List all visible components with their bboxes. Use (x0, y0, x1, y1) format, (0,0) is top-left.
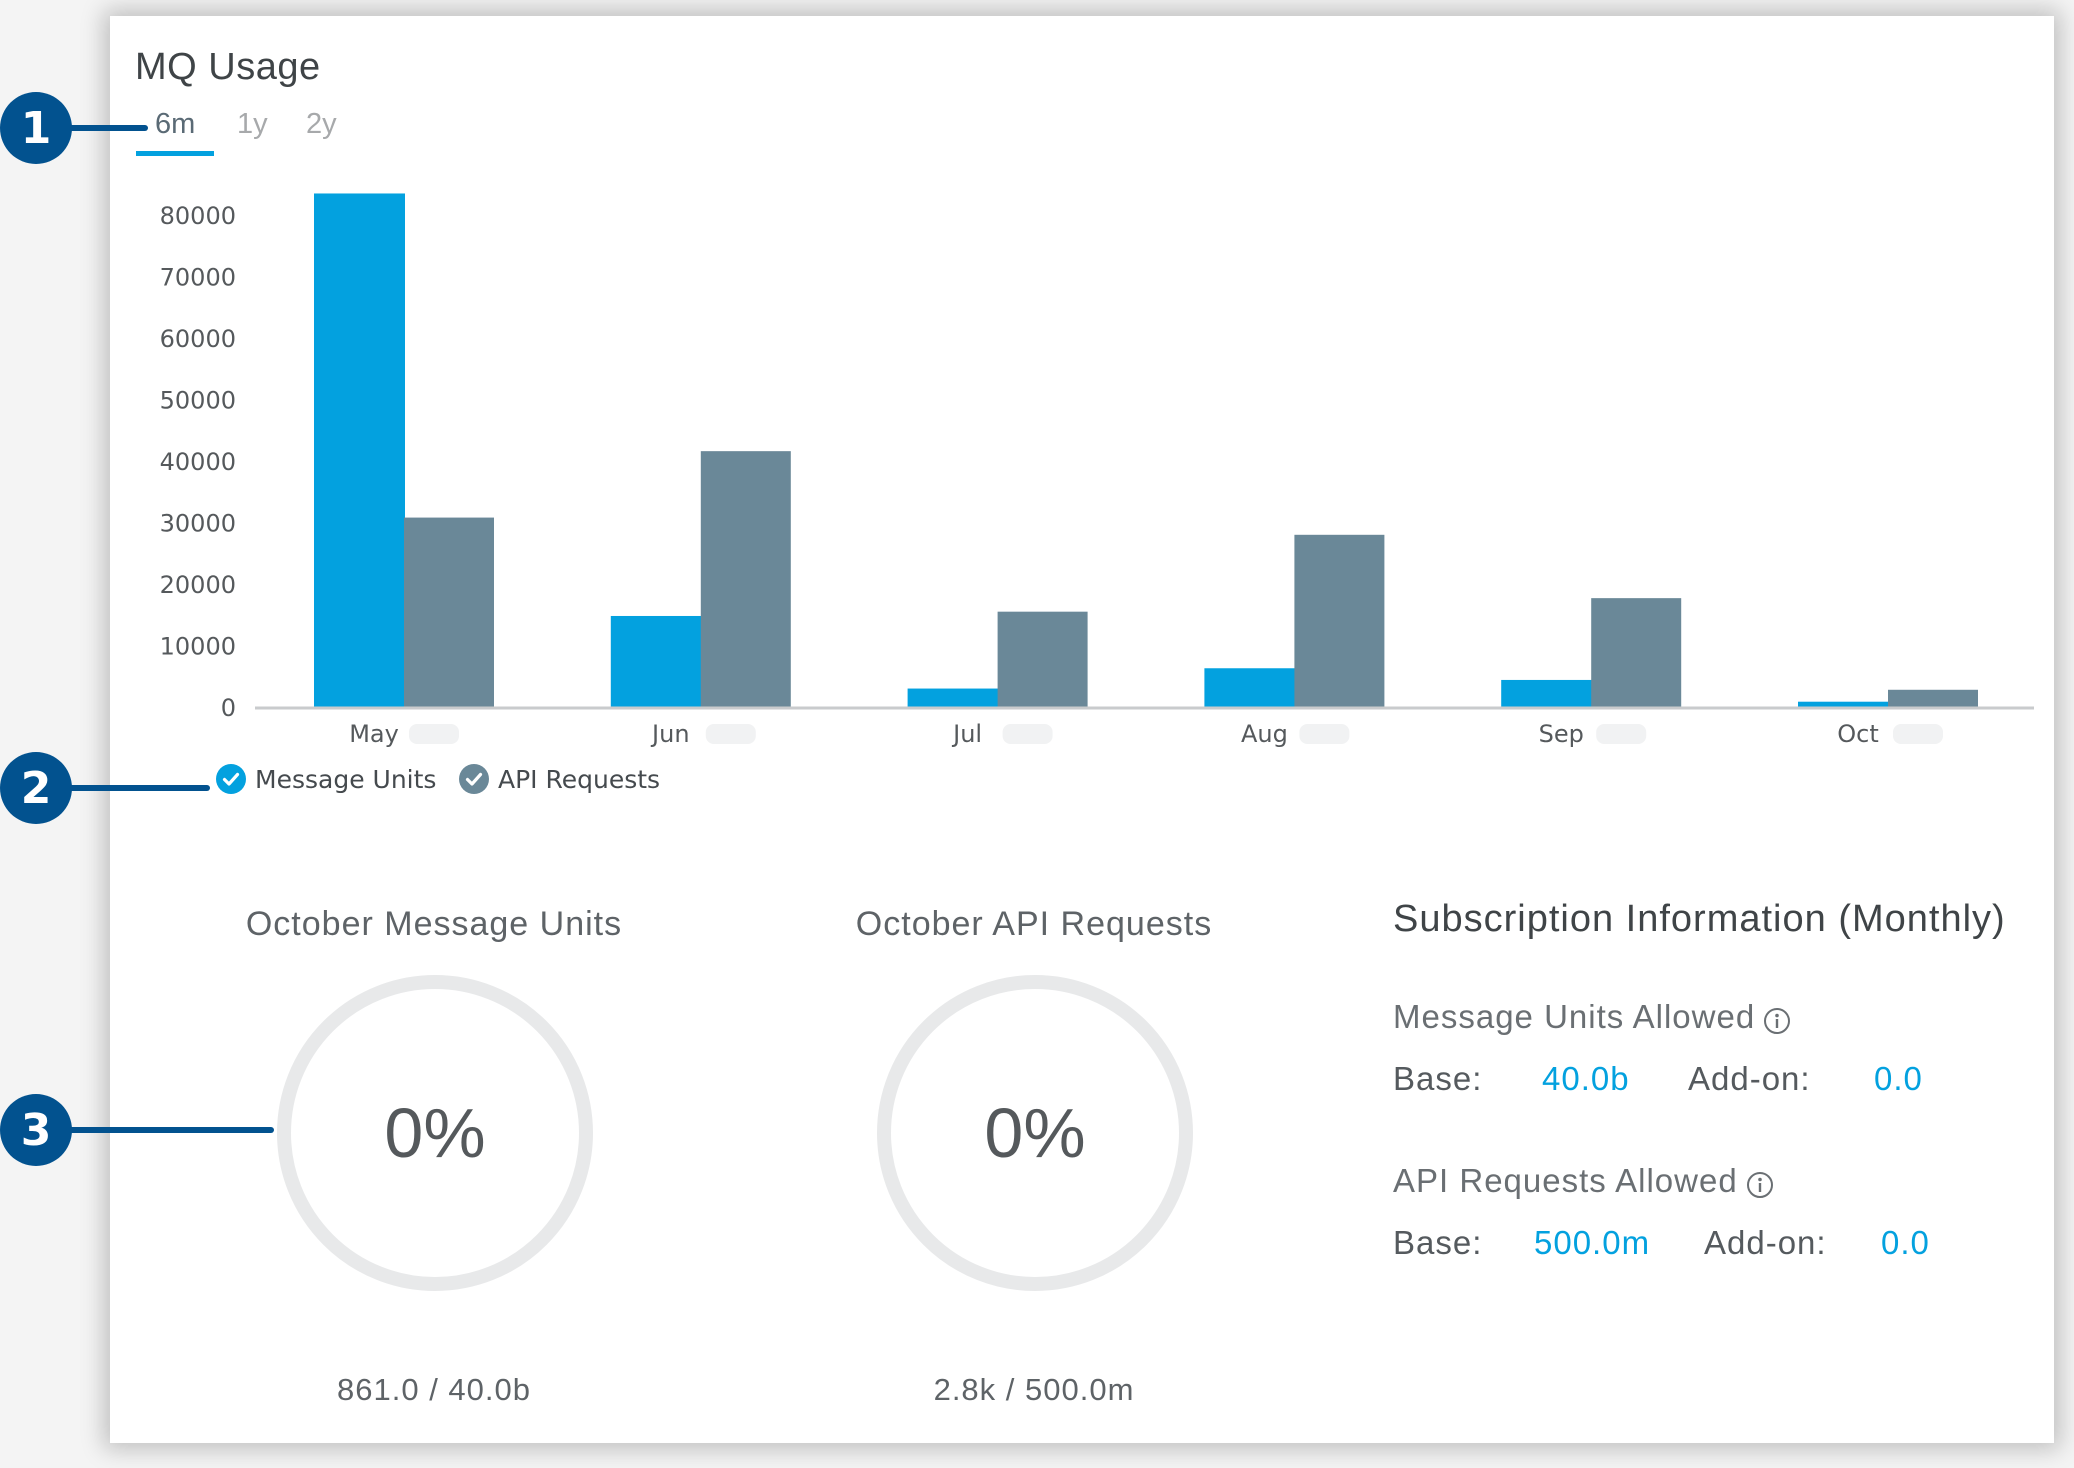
api-requests-base-label: Base: (1393, 1224, 1483, 1261)
y-tick-label: 10000 (160, 633, 236, 661)
y-tick-label: 60000 (160, 325, 236, 353)
section-label: Message Units Allowed (1393, 998, 1756, 1035)
bar-message-units-jul[interactable] (907, 688, 999, 707)
y-axis: 0 10000 20000 30000 40000 50000 60000 70000 8000… (160, 202, 236, 722)
gauge-percent: 0% (384, 1094, 486, 1172)
gauge-usage-message-units: 861.0 / 40.0b (337, 1372, 531, 1407)
x-tick-label: Jun (650, 720, 690, 748)
section-label: API Requests Allowed (1393, 1162, 1738, 1199)
legend-item-message-units[interactable]: Message Units (216, 764, 436, 794)
y-tick-label: 0 (221, 694, 236, 722)
bar-api-requests-aug[interactable] (1294, 534, 1385, 707)
x-tick-label: Jul (951, 720, 982, 748)
y-tick-label: 70000 (160, 264, 236, 292)
usage-bar-chart: 0 10000 20000 30000 40000 50000 60000 70000 8000… (160, 193, 2034, 748)
message-units-allowed-label: Message Units Allowed (1393, 998, 1791, 1036)
callout-3-badge: 3 (0, 1094, 72, 1166)
message-units-addon-label: Add-on: (1688, 1060, 1811, 1097)
legend-label: Message Units (255, 764, 437, 794)
redacted-year-label (705, 724, 756, 744)
x-tick-label: May (349, 720, 399, 748)
callout-1-line (60, 125, 148, 131)
bar-api-requests-jun[interactable] (700, 451, 791, 707)
bar-api-requests-sep[interactable] (1591, 598, 1682, 707)
gauge-message-units: 0% (277, 975, 593, 1291)
gauge-title-api-requests: October API Requests (855, 905, 1213, 943)
message-units-addon-value: 0.0 (1874, 1060, 1923, 1097)
check-circle-icon[interactable] (216, 764, 246, 794)
x-tick-label: Aug (1241, 720, 1288, 748)
bar-api-requests-may[interactable] (404, 517, 494, 707)
gauge-percent: 0% (984, 1094, 1086, 1172)
callout-2-badge: 2 (0, 752, 72, 824)
x-tick-label: Sep (1539, 720, 1584, 748)
callout-2-line (60, 785, 210, 791)
bars (314, 193, 1978, 708)
check-circle-icon[interactable] (459, 764, 489, 794)
message-units-base-label: Base: (1393, 1060, 1483, 1097)
gauge-api-requests: 0% (877, 975, 1193, 1291)
api-requests-allowed-label: API Requests Allowed (1393, 1162, 1774, 1200)
info-icon[interactable] (1763, 1005, 1791, 1035)
bar-message-units-aug[interactable] (1204, 668, 1296, 707)
bar-api-requests-jul[interactable] (997, 611, 1088, 707)
y-tick-label: 80000 (160, 202, 236, 230)
legend-label: API Requests (498, 764, 661, 794)
api-requests-addon-label: Add-on: (1704, 1224, 1827, 1261)
bar-message-units-may[interactable] (314, 193, 405, 708)
bar-message-units-sep[interactable] (1501, 679, 1593, 707)
y-tick-label: 50000 (160, 387, 236, 415)
redacted-year-label (1299, 724, 1350, 744)
redacted-year-label (409, 724, 459, 744)
y-tick-label: 40000 (160, 448, 236, 476)
redacted-year-label (1002, 724, 1053, 744)
api-requests-addon-value: 0.0 (1881, 1224, 1930, 1261)
callout-3-line (60, 1127, 274, 1133)
message-units-base-value: 40.0b (1542, 1060, 1630, 1097)
y-tick-label: 30000 (160, 510, 236, 538)
bar-api-requests-oct[interactable] (1888, 689, 1978, 707)
callout-1-badge: 1 (0, 92, 72, 164)
gauge-title-message-units: October Message Units (245, 905, 623, 943)
bar-message-units-oct[interactable] (1798, 701, 1889, 707)
x-tick-label: Oct (1837, 720, 1879, 748)
gauge-usage-api-requests: 2.8k / 500.0m (933, 1372, 1135, 1407)
y-tick-label: 20000 (160, 571, 236, 599)
redacted-year-label (1596, 724, 1647, 744)
bar-message-units-jun[interactable] (610, 615, 702, 707)
subscription-title: Subscription Information (Monthly) (1393, 898, 2006, 940)
legend-item-api-requests[interactable]: API Requests (459, 764, 660, 794)
redacted-year-label (1893, 724, 1943, 744)
api-requests-base-value: 500.0m (1534, 1224, 1651, 1261)
info-icon[interactable] (1746, 1169, 1774, 1199)
x-axis-labels: May Jun Jul Aug Sep Oct (349, 720, 1943, 748)
